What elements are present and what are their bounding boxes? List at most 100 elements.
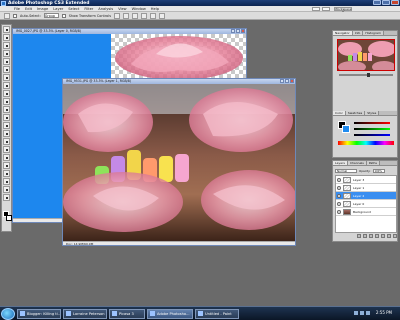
eye-icon[interactable] — [337, 185, 341, 190]
magic-wand-tool-icon[interactable] — [3, 50, 10, 57]
healing-brush-tool-icon[interactable] — [3, 74, 10, 81]
minimize-button[interactable] — [373, 0, 381, 5]
tab-styles[interactable]: Styles — [365, 111, 380, 115]
menu-window[interactable]: Window — [132, 7, 146, 11]
document-1-close-button[interactable] — [241, 29, 245, 33]
notes-tool-icon[interactable] — [3, 170, 10, 177]
document-2-canvas[interactable] — [63, 84, 295, 241]
tab-layers[interactable]: Layers — [333, 161, 348, 165]
menu-help[interactable]: Help — [151, 7, 159, 11]
trash-icon[interactable] — [393, 234, 397, 238]
document-2-minimize-button[interactable] — [280, 79, 284, 83]
slice-tool-icon[interactable] — [3, 66, 10, 73]
taskbar-item-paint[interactable]: Untitled - Paint — [195, 308, 239, 319]
align-bottom-icon[interactable] — [131, 12, 138, 19]
tab-paths[interactable]: Paths — [366, 161, 380, 165]
panel-background-swatch[interactable] — [342, 125, 350, 133]
crop-tool-icon[interactable] — [3, 58, 10, 65]
document-2-close-button[interactable] — [290, 79, 294, 83]
layer-row-background[interactable]: Background — [336, 208, 396, 216]
marquee-tool-icon[interactable] — [3, 34, 10, 41]
eye-icon[interactable] — [337, 193, 341, 198]
path-selection-tool-icon[interactable] — [3, 154, 10, 161]
clone-stamp-tool-icon[interactable] — [3, 90, 10, 97]
blend-mode-dropdown[interactable]: Normal — [335, 168, 357, 173]
zoom-slider-knob[interactable] — [367, 73, 370, 77]
tray-network-icon[interactable] — [354, 311, 358, 315]
adjustment-layer-icon[interactable] — [375, 234, 379, 238]
bridge-icon[interactable] — [312, 7, 320, 11]
taskbar-item-lorraine[interactable]: Lorraine Peterson — [63, 308, 107, 319]
align-top-icon[interactable] — [113, 12, 120, 19]
tab-info[interactable]: Info — [352, 31, 364, 35]
pen-tool-icon[interactable] — [3, 138, 10, 145]
menu-layer[interactable]: Layer — [53, 7, 63, 11]
navigator-thumbnail[interactable] — [337, 39, 395, 71]
shape-tool-icon[interactable] — [3, 162, 10, 169]
close-button[interactable] — [391, 0, 399, 5]
align-left-icon[interactable] — [140, 12, 147, 19]
menu-file[interactable]: File — [14, 7, 20, 11]
maximize-button[interactable] — [382, 0, 390, 5]
move-tool-preset-icon[interactable] — [4, 12, 10, 19]
clock[interactable]: 2:55 PM — [376, 310, 392, 315]
document-2-maximize-button[interactable] — [285, 79, 289, 83]
document-1-maximize-button[interactable] — [236, 29, 240, 33]
type-tool-icon[interactable] — [3, 146, 10, 153]
color-spectrum-bar[interactable] — [338, 141, 394, 145]
layer-row-selected[interactable]: Layer 2 — [336, 192, 396, 200]
taskbar-item-blogger[interactable]: Blogger: Killing ti... — [17, 308, 61, 319]
auto-select-dropdown[interactable]: Group — [43, 13, 59, 18]
layer-row[interactable]: Layer 1 — [336, 184, 396, 192]
menu-analysis[interactable]: Analysis — [98, 7, 113, 11]
dodge-tool-icon[interactable] — [3, 130, 10, 137]
eraser-tool-icon[interactable] — [3, 106, 10, 113]
history-brush-tool-icon[interactable] — [3, 98, 10, 105]
start-button[interactable] — [1, 307, 15, 320]
align-middle-icon[interactable] — [122, 12, 129, 19]
lasso-tool-icon[interactable] — [3, 42, 10, 49]
blue-slider[interactable] — [354, 134, 390, 136]
navigator-zoom-slider[interactable] — [339, 73, 393, 77]
tab-navigator[interactable]: Navigator — [333, 31, 353, 35]
eye-icon[interactable] — [337, 201, 341, 206]
menu-image[interactable]: Image — [37, 7, 48, 11]
opacity-field[interactable]: 100% — [372, 168, 385, 173]
red-slider[interactable] — [354, 122, 390, 124]
menu-filter[interactable]: Filter — [84, 7, 93, 11]
tab-color[interactable]: Color — [333, 111, 346, 115]
document-1-minimize-button[interactable] — [231, 29, 235, 33]
green-slider[interactable] — [354, 128, 390, 130]
move-tool-icon[interactable] — [3, 26, 10, 33]
eye-icon[interactable] — [337, 209, 341, 214]
zoom-tool-icon[interactable] — [3, 194, 10, 201]
layer-mask-icon[interactable] — [369, 234, 373, 238]
workspace-button[interactable]: Workspace ▾ — [334, 7, 352, 14]
gradient-tool-icon[interactable] — [3, 114, 10, 121]
new-group-icon[interactable] — [381, 234, 385, 238]
tray-security-icon[interactable] — [366, 311, 370, 315]
align-center-icon[interactable] — [149, 12, 156, 19]
layer-row[interactable]: Layer 3 — [336, 176, 396, 184]
tab-swatches[interactable]: Swatches — [345, 111, 366, 115]
hand-tool-icon[interactable] — [3, 186, 10, 193]
blur-tool-icon[interactable] — [3, 122, 10, 129]
new-layer-icon[interactable] — [387, 234, 391, 238]
layer-style-icon[interactable] — [363, 234, 367, 238]
menu-select[interactable]: Select — [68, 7, 79, 11]
menu-view[interactable]: View — [118, 7, 127, 11]
menu-edit[interactable]: Edit — [25, 7, 32, 11]
align-right-icon[interactable] — [158, 12, 165, 19]
brush-tool-icon[interactable] — [3, 82, 10, 89]
tab-histogram[interactable]: Histogram — [363, 31, 384, 35]
document-window-2[interactable]: IMG_9531.JPG @ 33.3% (Layer 1, RGB/8) Do… — [62, 78, 296, 246]
tab-channels[interactable]: Channels — [347, 161, 367, 165]
eye-icon[interactable] — [337, 177, 341, 182]
taskbar-item-photoshop[interactable]: Adobe Photosho... — [147, 308, 193, 319]
arrange-icon[interactable] — [322, 7, 330, 11]
tray-volume-icon[interactable] — [360, 311, 364, 315]
layer-row[interactable]: Layer 0 — [336, 200, 396, 208]
auto-select-checkbox[interactable] — [13, 13, 17, 18]
show-transform-checkbox[interactable] — [61, 13, 66, 18]
eyedropper-tool-icon[interactable] — [3, 178, 10, 185]
